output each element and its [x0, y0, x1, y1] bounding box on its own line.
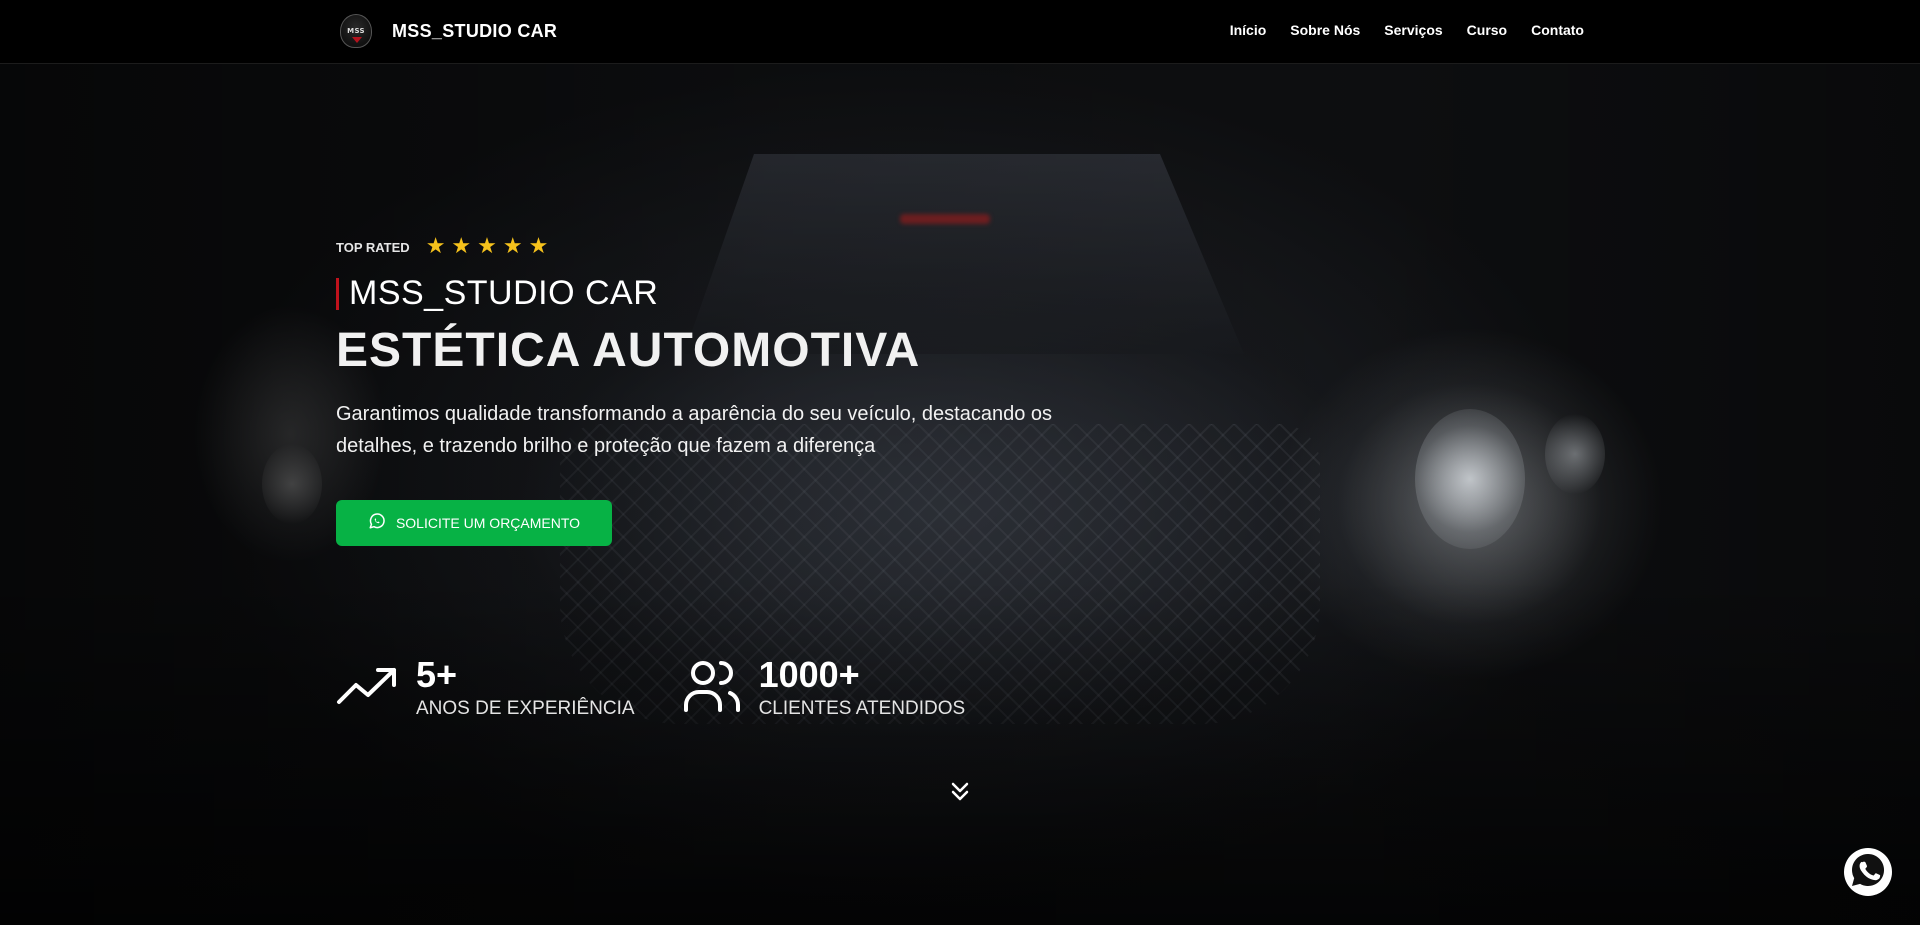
request-quote-label: SOLICITE UM ORÇAMENTO [395, 515, 581, 531]
accent-bar [336, 277, 339, 310]
users-icon [683, 658, 741, 718]
nav-item-sobre-nos[interactable]: Sobre Nós [1290, 22, 1360, 38]
brand-name[interactable]: MSS_STUDIO CAR [392, 21, 557, 42]
whatsapp-icon [1846, 848, 1890, 896]
logo-text: MSS [347, 27, 365, 35]
star-icon: ★ [451, 234, 472, 259]
stat-label: ANOS DE EXPERIÊNCIA [416, 698, 635, 719]
logo[interactable]: MSS [340, 14, 372, 48]
star-icon: ★ [425, 234, 446, 259]
request-quote-button[interactable]: SOLICITE UM ORÇAMENTO [336, 500, 612, 546]
stat-experience: 5+ ANOS DE EXPERIÊNCIA [336, 656, 635, 720]
star-icon: ★ [502, 234, 523, 259]
site-header: MSS MSS_STUDIO CAR Início Sobre Nós Serv… [0, 0, 1920, 64]
hero-headline: ESTÉTICA AUTOMOTIVA [336, 324, 921, 377]
hero-subtitle-text: MSS_STUDIO CAR [349, 274, 659, 312]
trending-up-icon [336, 664, 398, 712]
star-rating: ★ ★ ★ ★ ★ [426, 236, 549, 258]
nav-item-inicio[interactable]: Início [1230, 22, 1267, 38]
hero-description: Garantimos qualidade transformando a apa… [336, 403, 1053, 457]
hero-content: TOP RATED ★ ★ ★ ★ ★ MSS_STUDIO CAR ESTÉT… [336, 236, 1096, 546]
stats: 5+ ANOS DE EXPERIÊNCIA 1000+ CLIENTES AT… [336, 656, 965, 720]
stat-clients: 1000+ CLIENTES ATENDIDOS [683, 654, 966, 720]
chevrons-down-icon[interactable] [950, 780, 970, 804]
nav-item-contato[interactable]: Contato [1531, 22, 1584, 38]
star-icon: ★ [528, 234, 549, 259]
stat-value: 1000+ [758, 654, 860, 695]
rating-label: TOP RATED [336, 239, 410, 255]
stat-label: CLIENTES ATENDIDOS [758, 698, 966, 719]
hero-subtitle: MSS_STUDIO CAR [336, 274, 1096, 313]
whatsapp-icon [368, 512, 386, 534]
rating: TOP RATED ★ ★ ★ ★ ★ [336, 236, 1096, 258]
brand[interactable]: MSS MSS_STUDIO CAR [340, 14, 557, 48]
whatsapp-float-button[interactable] [1844, 848, 1892, 896]
stat-value: 5+ [416, 654, 458, 695]
star-icon: ★ [477, 234, 497, 259]
nav-item-servicos[interactable]: Serviços [1384, 22, 1442, 38]
nav-item-curso[interactable]: Curso [1467, 22, 1507, 38]
main-nav: Início Sobre Nós Serviços Curso Contato [1230, 22, 1584, 38]
